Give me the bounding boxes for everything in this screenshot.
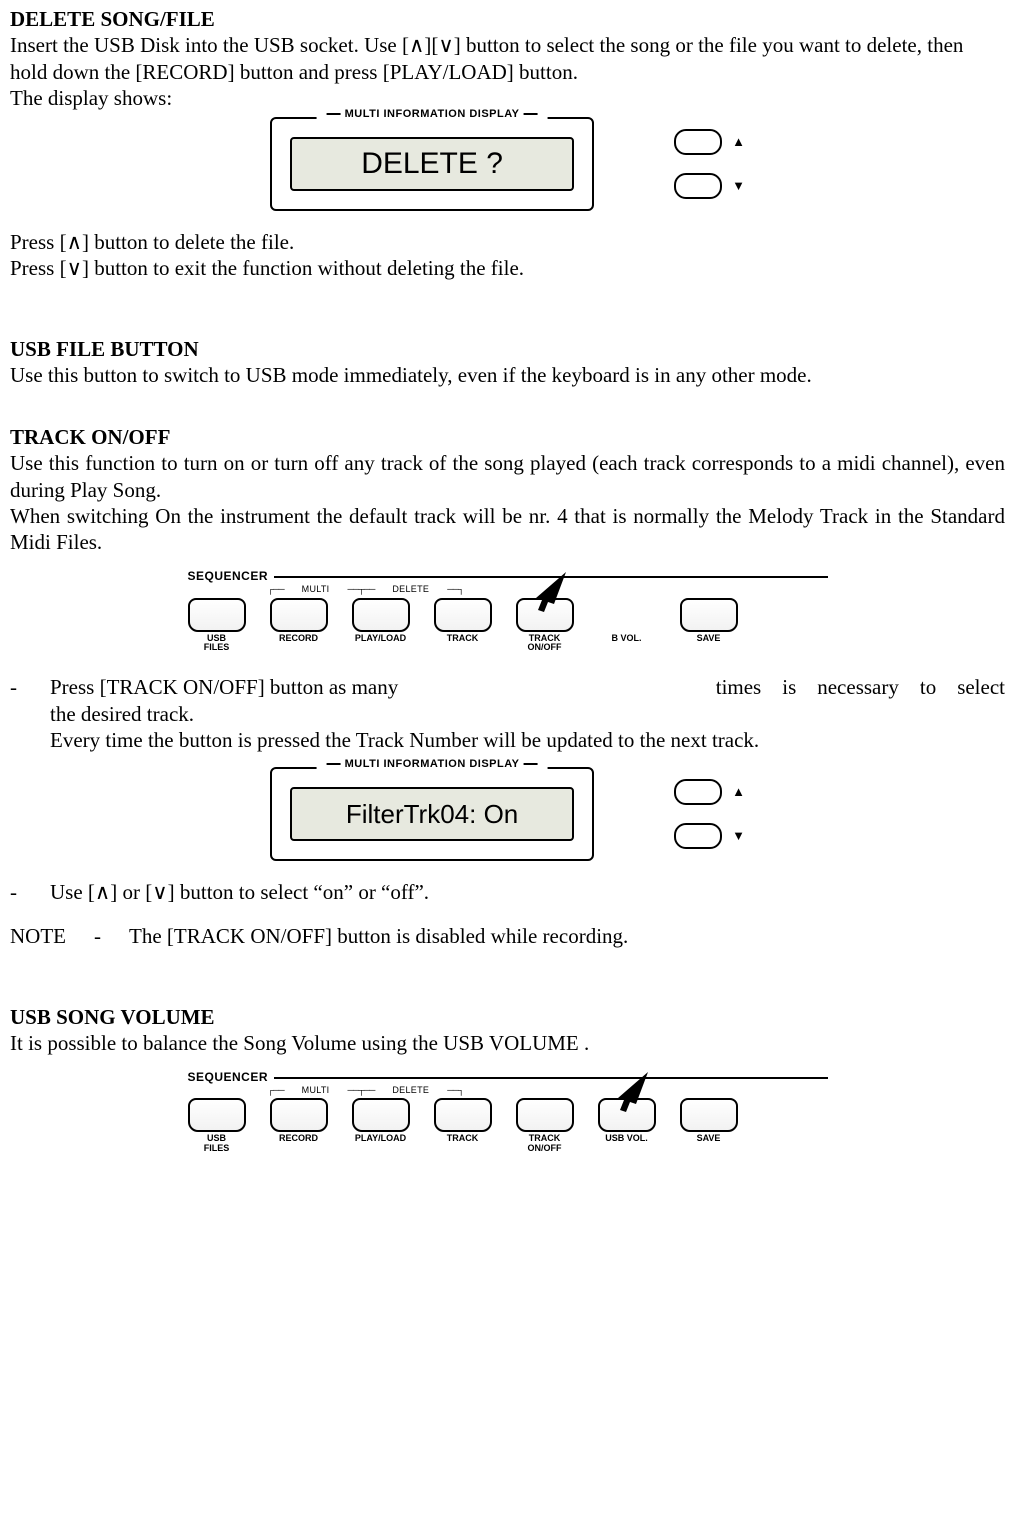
sequencer-title-text: SEQUENCER [188, 569, 269, 584]
list-item-2: - Use [∧] or [∨] button to select “on” o… [10, 879, 1005, 905]
figure-delete-display: MULTI INFORMATION DISPLAY DELETE ? ▲ ▼ [10, 117, 1005, 211]
track-label-2: TRACK [434, 1134, 492, 1143]
usb-files-button-2[interactable] [188, 1098, 246, 1132]
save-label-2: SAVE [680, 1134, 738, 1143]
multi-info-display: MULTI INFORMATION DISPLAY DELETE ? [270, 117, 594, 211]
usb-vol-label: USB VOL. [598, 1134, 656, 1143]
figure-sequencer-1: SEQUENCER ┌── MULTI ──┬── DELETE ──┐ USB… [188, 569, 828, 652]
trackonoff-p2: When switching On the instrument the def… [10, 503, 1005, 556]
playload-button[interactable] [352, 598, 410, 632]
track-button[interactable] [434, 598, 492, 632]
record-button[interactable] [270, 598, 328, 632]
track-label: TRACK [434, 634, 492, 643]
save-button-2[interactable] [680, 1098, 738, 1132]
track-onoff-label-2: TRACK ON/OFF [516, 1134, 574, 1153]
section-title-trackonoff: TRACK ON/OFF [10, 424, 1005, 450]
track-onoff-button-2[interactable] [516, 1098, 574, 1132]
li1b: times is necessary to select [716, 674, 1005, 700]
li1d: Every time the button is pressed the Tra… [50, 727, 1005, 753]
arrow-buttons-2: ▲ ▼ [674, 779, 745, 849]
lcd-screen-2: FilterTrk04: On [290, 787, 574, 841]
sub-delete: DELETE [374, 584, 447, 595]
playload-button-2[interactable] [352, 1098, 410, 1132]
usb-vol-label-hidden: B VOL. [598, 634, 656, 643]
up-button[interactable] [674, 129, 722, 155]
playload-label: PLAY/LOAD [352, 634, 410, 643]
note-label: NOTE [10, 923, 66, 949]
track-button-2[interactable] [434, 1098, 492, 1132]
note-dash: - [94, 923, 101, 949]
section-title-usbvol: USB SONG VOLUME [10, 1004, 1005, 1030]
cursor-arrow-icon [526, 570, 568, 612]
delete-p3: Press [∧] button to delete the file. [10, 229, 1005, 255]
display-label-2: MULTI INFORMATION DISPLAY [317, 758, 548, 772]
usb-files-label: USB FILES [188, 634, 246, 653]
usbvol-p1: It is possible to balance the Song Volum… [10, 1030, 1005, 1056]
up-arrow-icon: ▲ [732, 134, 745, 150]
list-item-1: - Press [TRACK ON/OFF] button as many ti… [10, 674, 1005, 753]
up-button-row: ▲ [674, 129, 745, 155]
record-label: RECORD [270, 634, 328, 643]
sequencer-title-text-2: SEQUENCER [188, 1070, 269, 1085]
li1a: Press [TRACK ON/OFF] button as many [50, 674, 398, 700]
down-button-2[interactable] [674, 823, 722, 849]
track-onoff-label: TRACK ON/OFF [516, 634, 574, 653]
trackonoff-p1: Use this function to turn on or turn off… [10, 450, 1005, 503]
usb-vol-col: USB VOL. [598, 1098, 656, 1143]
lcd-screen: DELETE ? [290, 137, 574, 191]
dash-icon: - [10, 674, 50, 753]
li2: Use [∧] or [∨] button to select “on” or … [50, 879, 1005, 905]
sub-multi: MULTI [284, 584, 348, 595]
sequencer-title: SEQUENCER [188, 569, 828, 584]
delete-p4: Press [∨] button to exit the function wi… [10, 255, 1005, 281]
up-button-2[interactable] [674, 779, 722, 805]
record-button-2[interactable] [270, 1098, 328, 1132]
figure-sequencer-2: SEQUENCER ┌── MULTI ──┬── DELETE ──┐ USB… [188, 1070, 828, 1153]
playload-label-2: PLAY/LOAD [352, 1134, 410, 1143]
dash-icon-2: - [10, 879, 50, 905]
up-arrow-icon-2: ▲ [732, 784, 745, 800]
note-row: NOTE - The [TRACK ON/OFF] button is disa… [10, 923, 1005, 949]
usbfile-p1: Use this button to switch to USB mode im… [10, 362, 1005, 388]
display-label: MULTI INFORMATION DISPLAY [317, 108, 548, 122]
li1c: the desired track. [50, 701, 1005, 727]
arrow-buttons: ▲ ▼ [674, 129, 745, 199]
cursor-arrow-icon-2 [608, 1070, 650, 1112]
record-label-2: RECORD [270, 1134, 328, 1143]
figure-filter-display: MULTI INFORMATION DISPLAY FilterTrk04: O… [10, 767, 1005, 861]
note-text: The [TRACK ON/OFF] button is disabled wh… [129, 923, 628, 949]
delete-p1: Insert the USB Disk into the USB socket.… [10, 32, 1005, 85]
usb-files-button[interactable] [188, 598, 246, 632]
down-button-row: ▼ [674, 173, 745, 199]
track-onoff-col: TRACK ON/OFF [516, 598, 574, 653]
sub-delete-2: DELETE [374, 1085, 447, 1096]
down-arrow-icon: ▼ [732, 178, 745, 194]
down-button[interactable] [674, 173, 722, 199]
sequencer-buttons: USB FILES RECORD PLAY/LOAD TRACK TRACK O… [188, 598, 828, 653]
down-arrow-icon-2: ▼ [732, 828, 745, 844]
multi-info-display-2: MULTI INFORMATION DISPLAY FilterTrk04: O… [270, 767, 594, 861]
section-title-delete: DELETE SONG/FILE [10, 6, 1005, 32]
sub-multi-2: MULTI [284, 1085, 348, 1096]
usb-files-label-2: USB FILES [188, 1134, 246, 1153]
save-button[interactable] [680, 598, 738, 632]
section-title-usbfile: USB FILE BUTTON [10, 336, 1005, 362]
save-label: SAVE [680, 634, 738, 643]
